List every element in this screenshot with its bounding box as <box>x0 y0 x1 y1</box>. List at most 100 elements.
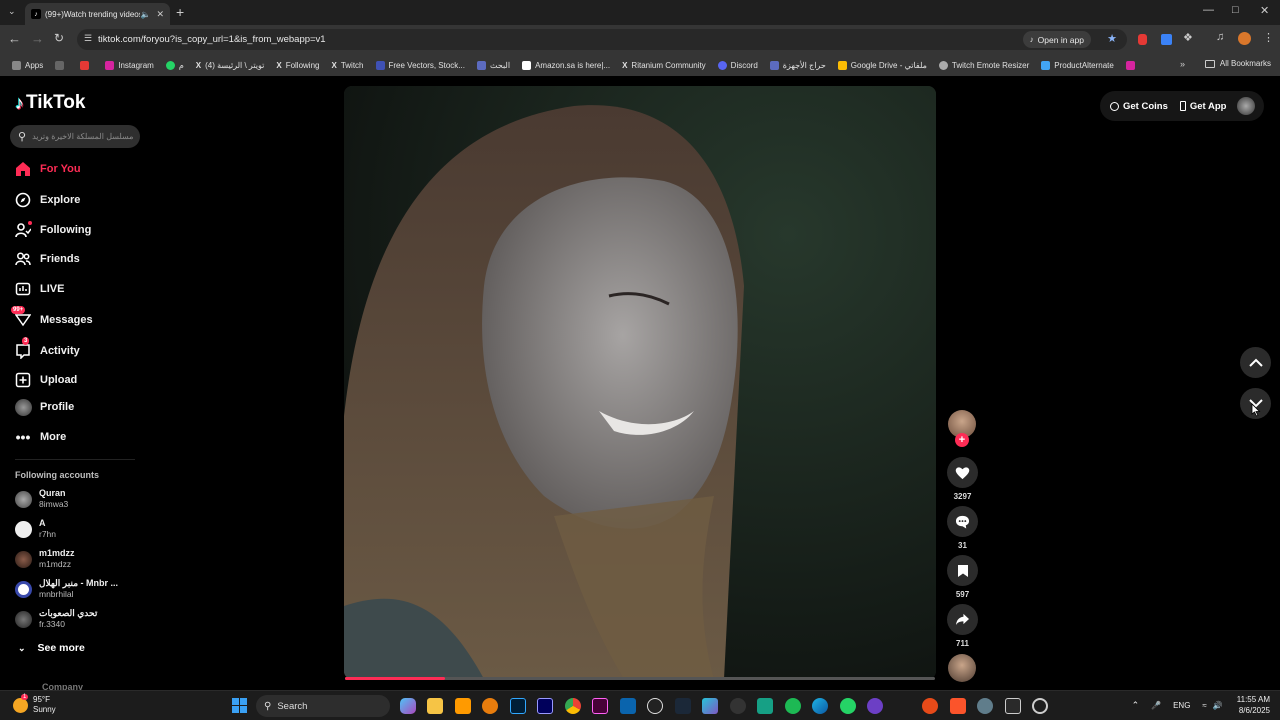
nav-messages[interactable]: 99+ Messages <box>11 306 93 329</box>
open-in-app-button[interactable]: ♪ Open in app <box>1022 31 1091 48</box>
bookmark-ritanium[interactable]: X Ritanium Community <box>622 61 706 70</box>
bookmark-grid[interactable] <box>55 60 68 70</box>
speaker-icon[interactable]: 🔈 <box>140 10 150 19</box>
epic-games-icon[interactable] <box>1005 698 1021 714</box>
edge-icon[interactable] <box>812 698 828 714</box>
weather-widget[interactable]: 1 95°F Sunny <box>13 693 56 715</box>
clock[interactable]: 11:55 AM 8/6/2025 <box>1237 694 1270 716</box>
save-button[interactable]: 597 <box>947 555 978 599</box>
minimize-icon[interactable]: — <box>1203 4 1214 16</box>
bookmark-twitch[interactable]: X Twitch <box>331 61 363 70</box>
teal-app-icon[interactable] <box>757 698 773 714</box>
nav-activity[interactable]: 3 Activity <box>14 337 80 360</box>
account-item[interactable]: تحدي الصعوبات fr.3340 <box>15 608 97 630</box>
taskbar-search[interactable]: ⚲ Search <box>256 695 390 717</box>
media-control-icon[interactable]: ♫ <box>1216 31 1224 43</box>
settings-gear-icon[interactable] <box>977 698 993 714</box>
nav-explore[interactable]: Explore <box>14 191 80 209</box>
extension-blue-icon[interactable] <box>1161 34 1172 45</box>
maximize-icon[interactable]: □ <box>1232 4 1239 16</box>
get-app-button[interactable]: Get App <box>1179 101 1226 112</box>
nav-for-you[interactable]: For You <box>14 160 81 178</box>
start-windows-icon[interactable] <box>232 698 247 713</box>
url-field[interactable]: ☰ tiktok.com/foryou?is_copy_url=1&is_fro… <box>77 29 1127 50</box>
get-coins-button[interactable]: Get Coins <box>1110 101 1168 112</box>
bookmarks-overflow-icon[interactable]: » <box>1180 59 1185 69</box>
steam-icon[interactable] <box>675 698 691 714</box>
bookmark-google-drive[interactable]: Google Drive - ملفاتي <box>837 60 927 70</box>
account-item[interactable]: Ar7hn <box>15 518 56 540</box>
nav-upload[interactable]: Upload <box>14 371 77 389</box>
chrome-icon[interactable] <box>565 698 581 714</box>
like-button[interactable]: 3297 <box>947 457 978 501</box>
nav-more[interactable]: ••• More <box>14 428 67 446</box>
previous-video-button[interactable] <box>1240 347 1271 378</box>
language-indicator[interactable]: ENG <box>1173 701 1190 710</box>
share-button[interactable]: 711 <box>947 604 978 648</box>
bookmark-apps[interactable]: Apps <box>12 60 43 70</box>
account-item[interactable]: منبر الهلال - Mnbr ... mnbrhilal <box>15 578 118 600</box>
video-player[interactable] <box>344 86 936 679</box>
close-tab-icon[interactable]: ✕ <box>156 9 164 20</box>
bookmark-search[interactable]: البحث <box>476 60 510 70</box>
bookmark-productalternate[interactable]: ProductAlternate <box>1041 60 1114 70</box>
follow-plus-icon[interactable]: + <box>955 433 969 447</box>
comment-button[interactable]: 31 <box>947 506 978 550</box>
see-more-button[interactable]: ⌄ See more <box>18 642 85 654</box>
tab-list-icon[interactable]: ⌄ <box>8 6 16 17</box>
profile-avatar-icon[interactable] <box>1238 32 1251 45</box>
illustrator-icon[interactable] <box>455 698 471 714</box>
app-dot-icon[interactable] <box>730 698 746 714</box>
bookmark-star-icon[interactable]: ★ <box>1107 32 1117 45</box>
nav-following[interactable]: Following <box>14 221 91 239</box>
copilot-app-icon[interactable] <box>702 698 718 714</box>
tiktok-logo[interactable]: ♪ TikTok <box>15 92 85 114</box>
bookmark-whatsapp[interactable]: م <box>165 60 184 70</box>
search-input[interactable]: ⚲ مسلسل المسلكة الاخيرة وتريد <box>10 125 140 148</box>
account-item[interactable]: m1mdzz m1mdzz <box>15 548 75 570</box>
bookmark-discord[interactable]: Discord <box>717 60 758 70</box>
close-window-icon[interactable]: ✕ <box>1260 4 1269 17</box>
microphone-icon[interactable]: 🎤 <box>1151 701 1161 710</box>
forward-icon[interactable]: → <box>31 31 44 46</box>
company-link[interactable]: Company <box>42 682 83 690</box>
extension-red-icon[interactable] <box>1138 34 1147 45</box>
music-disc-avatar[interactable] <box>948 654 976 682</box>
reload-icon[interactable]: ↻ <box>54 31 64 45</box>
copilot-icon[interactable] <box>400 698 416 714</box>
nav-friends[interactable]: Friends <box>14 250 80 268</box>
whatsapp-icon[interactable] <box>840 698 856 714</box>
bookmark-amazon[interactable]: Amazon.sa is here|... <box>522 60 610 70</box>
bookmark-free-vectors[interactable]: Free Vectors, Stock... <box>375 60 465 70</box>
chatgpt-icon[interactable] <box>647 698 663 714</box>
file-explorer-icon[interactable] <box>427 698 443 714</box>
spotify-icon[interactable] <box>785 698 801 714</box>
bookmark-youtube[interactable] <box>80 60 93 70</box>
bookmark-following[interactable]: X Following <box>276 61 319 70</box>
browser-tab[interactable]: ♪ (99+)Watch trending videos 🔈 ✕ <box>25 3 170 25</box>
back-icon[interactable]: ← <box>8 31 21 46</box>
all-bookmarks-button[interactable]: All Bookmarks <box>1204 59 1271 68</box>
nav-live[interactable]: LIVE <box>14 280 64 298</box>
video-progress-bar[interactable] <box>345 677 935 680</box>
after-effects-icon[interactable] <box>537 698 553 714</box>
brave-icon[interactable] <box>950 698 966 714</box>
blender-icon[interactable] <box>482 698 498 714</box>
volume-icon[interactable]: 🔊 <box>1213 701 1223 710</box>
ring-app-icon[interactable] <box>1032 698 1048 714</box>
orange-app-icon[interactable] <box>922 698 938 714</box>
bookmark-twitter-home[interactable]: X تويتر \ الرئيسة (4) <box>196 61 265 70</box>
adobe-xd-icon[interactable] <box>592 698 608 714</box>
nav-profile[interactable]: Profile <box>14 398 74 416</box>
bookmark-haraj[interactable]: حراج الأجهزة <box>769 60 826 70</box>
menu-kebab-icon[interactable]: ⋮ <box>1263 31 1274 44</box>
extensions-puzzle-icon[interactable]: ❖ <box>1183 31 1193 44</box>
account-item[interactable]: Quran 8imwa3 <box>15 488 68 510</box>
photoshop-icon[interactable] <box>510 698 526 714</box>
purple-app-icon[interactable] <box>867 698 883 714</box>
site-info-icon[interactable]: ☰ <box>84 33 92 44</box>
bookmark-instagram[interactable]: Instagram <box>105 60 154 70</box>
wifi-icon[interactable]: ≈ <box>1202 701 1206 710</box>
bookmark-instagram-2[interactable] <box>1125 60 1139 70</box>
bookmark-emote-resizer[interactable]: Twitch Emote Resizer <box>938 60 1029 70</box>
